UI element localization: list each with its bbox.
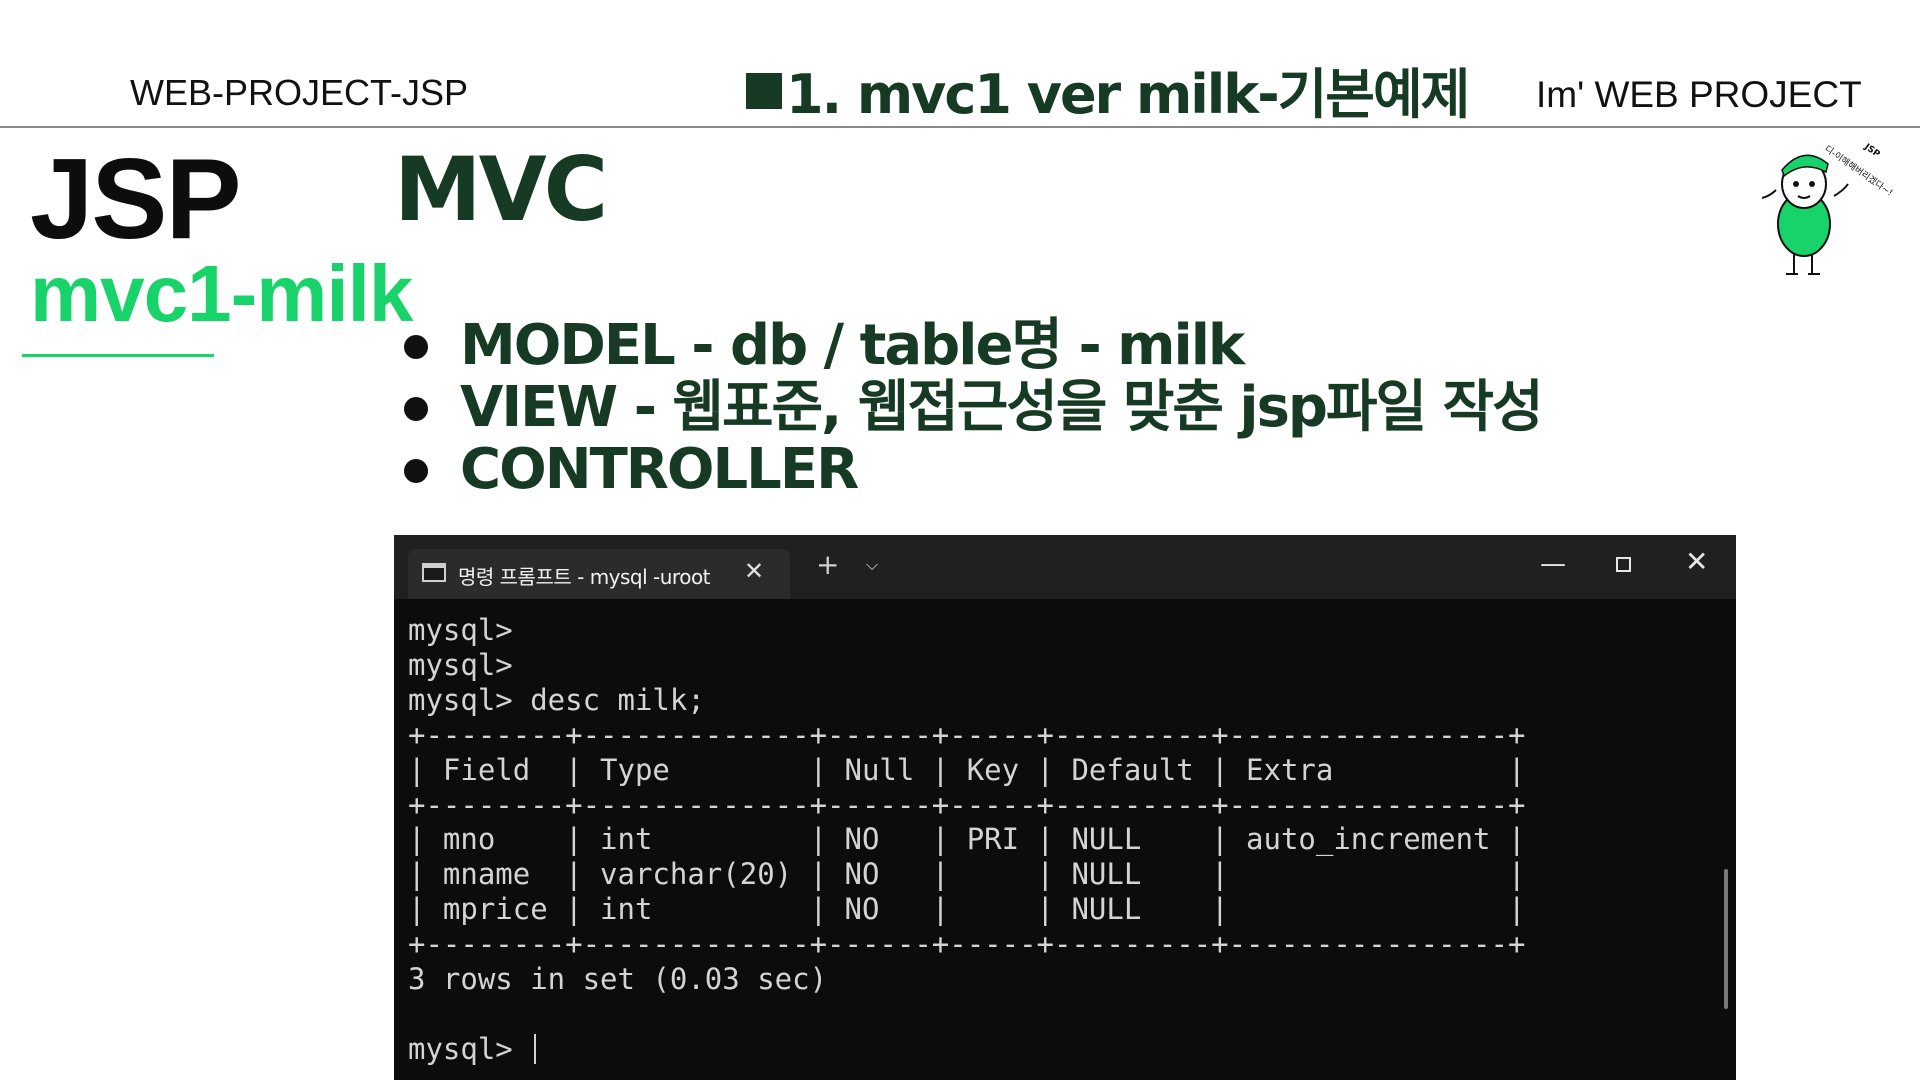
bullet-model-text: MODEL - db / table명 - milk <box>460 313 1245 378</box>
terminal-window[interactable]: 명령 프롬프트 - mysql -uroot ✕ + ⌵ — ✕ mysql> … <box>394 535 1736 1080</box>
terminal-line: mysql> desc milk; <box>408 682 705 717</box>
prompt-line[interactable]: mysql> <box>408 1032 530 1066</box>
table-border-line: +--------+-------------+------+-----+---… <box>408 787 1526 822</box>
result-summary-line: 3 rows in set (0.03 sec) <box>408 962 828 997</box>
tab-close-icon[interactable]: ✕ <box>744 557 764 585</box>
table-border-line: +--------+-------------+------+-----+---… <box>408 927 1526 962</box>
table-border-line: +--------+-------------+------+-----+---… <box>408 717 1526 752</box>
table-header-row: | Field | Type | Null | Key | Default | … <box>408 752 1526 787</box>
slide-title-text: 1. mvc1 ver milk-기본예제 <box>786 63 1470 126</box>
text-cursor <box>534 1033 537 1064</box>
terminal-line: mysql> <box>408 647 513 682</box>
new-tab-button[interactable]: + <box>816 551 839 579</box>
command-prompt-icon <box>422 563 446 582</box>
mvc-heading: MVC <box>394 138 608 241</box>
tab-dropdown-chevron-icon[interactable]: ⌵ <box>866 555 878 575</box>
terminal-tab[interactable]: 명령 프롬프트 - mysql -uroot ✕ <box>408 549 790 599</box>
header-right-title: Im' WEB PROJECT <box>1536 74 1862 115</box>
square-bullet-icon <box>746 73 782 109</box>
mascot-speech-text: 디-이해해버리겠다~! <box>1822 143 1894 198</box>
bullet-dot-icon <box>404 335 428 359</box>
window-close-button[interactable]: ✕ <box>1685 545 1708 578</box>
bullet-view-text: VIEW - 웹표준, 웹접근성을 맞춘 jsp파일 작성 <box>460 375 1544 440</box>
bullet-dot-icon <box>404 397 428 421</box>
table-row: | mno | int | NO | PRI | NULL | auto_inc… <box>408 822 1526 857</box>
header-left-title: WEB-PROJECT-JSP <box>130 72 469 113</box>
table-row: | mname | varchar(20) | NO | | NULL | | <box>408 857 1526 892</box>
terminal-tab-bar: 명령 프롬프트 - mysql -uroot ✕ + ⌵ — ✕ <box>394 535 1736 599</box>
minimize-button[interactable]: — <box>1540 549 1566 579</box>
subheading-underline <box>22 354 214 357</box>
bullet-model: MODEL - db / table명 - milk <box>400 315 1542 377</box>
terminal-line: mysql> <box>408 613 513 647</box>
jsp-heading: JSP <box>30 136 241 263</box>
mvc-bullet-list: MODEL - db / table명 - milk VIEW - 웹표준, 웹… <box>400 315 1544 501</box>
bullet-controller: CONTROLLER <box>400 439 1542 501</box>
bullet-dot-icon <box>404 459 428 483</box>
table-row: | mprice | int | NO | | NULL | | <box>408 892 1526 927</box>
terminal-output[interactable]: mysql> mysql> mysql> desc milk; +-------… <box>408 613 1525 1067</box>
mvc1-milk-subheading: mvc1-milk <box>30 249 413 338</box>
terminal-tab-title: 명령 프롬프트 - mysql -uroot <box>458 565 711 589</box>
header-divider <box>0 126 1920 128</box>
terminal-scrollbar[interactable] <box>1724 869 1728 1009</box>
maximize-button[interactable] <box>1616 557 1631 572</box>
slide-title: 1. mvc1 ver milk-기본예제 <box>746 50 1470 129</box>
mascot-character-icon: 디-이해해버리겠다~! JSP <box>1761 142 1895 275</box>
bullet-view: VIEW - 웹표준, 웹접근성을 맞춘 jsp파일 작성 <box>400 375 1544 440</box>
mascot-jsp-label: JSP <box>1861 142 1881 160</box>
bullet-controller-text: CONTROLLER <box>460 437 859 502</box>
